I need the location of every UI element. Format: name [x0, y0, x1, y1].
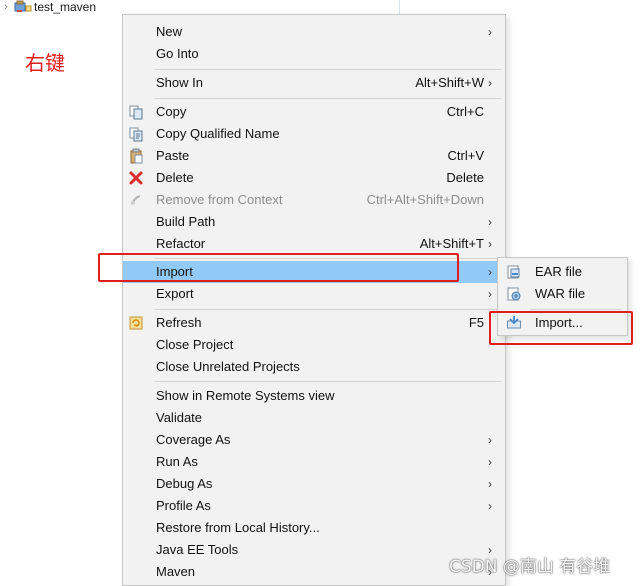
menu-item-go-into[interactable]: Go Into	[123, 43, 505, 65]
project-tree-item[interactable]: › test_maven	[0, 0, 96, 14]
submenu-arrow-icon: ›	[488, 455, 492, 469]
menu-item-label: Go Into	[156, 46, 199, 61]
menu-item-label: Close Unrelated Projects	[156, 359, 300, 374]
menu-item-restore-from-local-history[interactable]: Restore from Local History...	[123, 517, 505, 539]
menu-item-label: Coverage As	[156, 432, 231, 447]
submenu-arrow-icon: ›	[488, 215, 492, 229]
menu-item-show-in[interactable]: Show In Alt+Shift+W ›	[123, 72, 505, 94]
copy-icon	[128, 104, 144, 120]
submenu-arrow-icon: ›	[488, 265, 492, 279]
submenu-arrow-icon: ›	[488, 433, 492, 447]
menu-item-label: Import	[156, 264, 193, 279]
menu-item-shortcut: Delete	[446, 170, 484, 185]
menu-item-label: Show in Remote Systems view	[156, 388, 335, 403]
menu-item-import[interactable]: Import ›	[123, 261, 505, 283]
menu-item-delete[interactable]: Delete Delete	[123, 167, 505, 189]
menu-item-run-as[interactable]: Run As ›	[123, 451, 505, 473]
menu-item-shortcut: F5	[468, 315, 484, 330]
menu-item-label: Close Project	[156, 337, 234, 352]
menu-separator	[155, 258, 501, 259]
menu-item-new[interactable]: New ›	[123, 21, 505, 43]
menu-item-shortcut: Ctrl+V	[447, 148, 484, 163]
menu-item-shortcut: Ctrl+Alt+Shift+Down	[366, 192, 484, 207]
menu-item-copy-qualified-name[interactable]: Copy Qualified Name	[123, 123, 505, 145]
submenu-arrow-icon: ›	[488, 499, 492, 513]
menu-item-label: Remove from Context	[156, 192, 283, 207]
menu-item-copy[interactable]: Copy Ctrl+C	[123, 101, 505, 123]
import-wizard-icon	[506, 315, 522, 331]
menu-item-maven[interactable]: Maven ›	[123, 561, 505, 583]
refresh-icon	[128, 315, 144, 331]
menu-item-close-unrelated-projects[interactable]: Close Unrelated Projects	[123, 356, 505, 378]
menu-item-label: Validate	[156, 410, 203, 425]
menu-item-refactor[interactable]: Refactor Alt+Shift+T ›	[123, 233, 505, 255]
submenu-separator	[530, 309, 621, 310]
submenu-item-war-file[interactable]: WAR file	[498, 283, 627, 305]
menu-item-validate[interactable]: Validate	[123, 407, 505, 429]
menu-item-java-ee-tools[interactable]: Java EE Tools ›	[123, 539, 505, 561]
menu-item-close-project[interactable]: Close Project	[123, 334, 505, 356]
menu-item-label: Java EE Tools	[156, 542, 239, 557]
submenu-arrow-icon: ›	[488, 25, 492, 39]
submenu-item-label: Import...	[535, 315, 583, 330]
menu-item-remove-from-context: Remove from Context Ctrl+Alt+Shift+Down	[123, 189, 505, 211]
menu-item-shortcut: Ctrl+C	[446, 104, 484, 119]
menu-item-build-path[interactable]: Build Path ›	[123, 211, 505, 233]
menu-item-shortcut: Alt+Shift+W	[415, 75, 484, 90]
submenu-item-label: WAR file	[535, 286, 586, 301]
submenu-arrow-icon: ›	[488, 477, 492, 491]
submenu-item-import-dialog[interactable]: Import...	[498, 312, 627, 334]
menu-item-profile-as[interactable]: Profile As ›	[123, 495, 505, 517]
right-click-annotation: 右键	[25, 51, 65, 75]
menu-item-export[interactable]: Export ›	[123, 283, 505, 305]
menu-item-paste[interactable]: Paste Ctrl+V	[123, 145, 505, 167]
menu-item-label: Delete	[156, 170, 194, 185]
menu-item-label: Refresh	[156, 315, 202, 330]
menu-separator	[155, 309, 501, 310]
watermark-text: CSDN @南山 有谷堆	[449, 557, 611, 577]
menu-item-label: Show In	[156, 75, 203, 90]
project-context-menu: New › Go Into Show In Alt+Shift+W › Copy…	[122, 14, 506, 586]
submenu-arrow-icon: ›	[488, 76, 492, 90]
menu-item-debug-as[interactable]: Debug As ›	[123, 473, 505, 495]
menu-item-refresh[interactable]: Refresh F5	[123, 312, 505, 334]
menu-separator	[155, 98, 501, 99]
menu-item-label: Profile As	[156, 498, 211, 513]
java-project-icon	[14, 0, 32, 14]
menu-item-label: Build Path	[156, 214, 216, 229]
import-submenu: EAR file WAR file Import...	[497, 257, 628, 336]
submenu-arrow-icon: ›	[488, 237, 492, 251]
menu-item-shortcut: Alt+Shift+T	[419, 236, 484, 251]
menu-separator	[155, 69, 501, 70]
menu-item-label: New	[156, 24, 183, 39]
menu-item-label: Maven	[156, 564, 196, 579]
submenu-item-ear-file[interactable]: EAR file	[498, 261, 627, 283]
menu-item-coverage-as[interactable]: Coverage As ›	[123, 429, 505, 451]
chevron-right-icon[interactable]: ›	[1, 1, 11, 13]
ear-file-icon	[506, 264, 522, 280]
menu-item-label: Run As	[156, 454, 198, 469]
submenu-arrow-icon: ›	[488, 287, 492, 301]
menu-item-label: Debug As	[156, 476, 213, 491]
menu-item-label: Copy	[156, 104, 187, 119]
menu-item-label: Paste	[156, 148, 190, 163]
delete-icon	[128, 170, 144, 186]
menu-item-label: Refactor	[156, 236, 206, 251]
war-file-icon	[506, 286, 522, 302]
menu-item-show-in-remote-systems-view[interactable]: Show in Remote Systems view	[123, 385, 505, 407]
menu-item-label: Restore from Local History...	[156, 520, 320, 535]
project-name[interactable]: test_maven	[34, 0, 96, 14]
submenu-arrow-icon: ›	[488, 543, 492, 557]
remove-context-icon	[128, 192, 144, 208]
copy-qualified-name-icon	[128, 126, 144, 142]
menu-item-label: Copy Qualified Name	[156, 126, 280, 141]
paste-icon	[128, 148, 144, 164]
menu-separator	[155, 381, 501, 382]
menu-item-label: Export	[156, 286, 194, 301]
submenu-item-label: EAR file	[535, 264, 582, 279]
